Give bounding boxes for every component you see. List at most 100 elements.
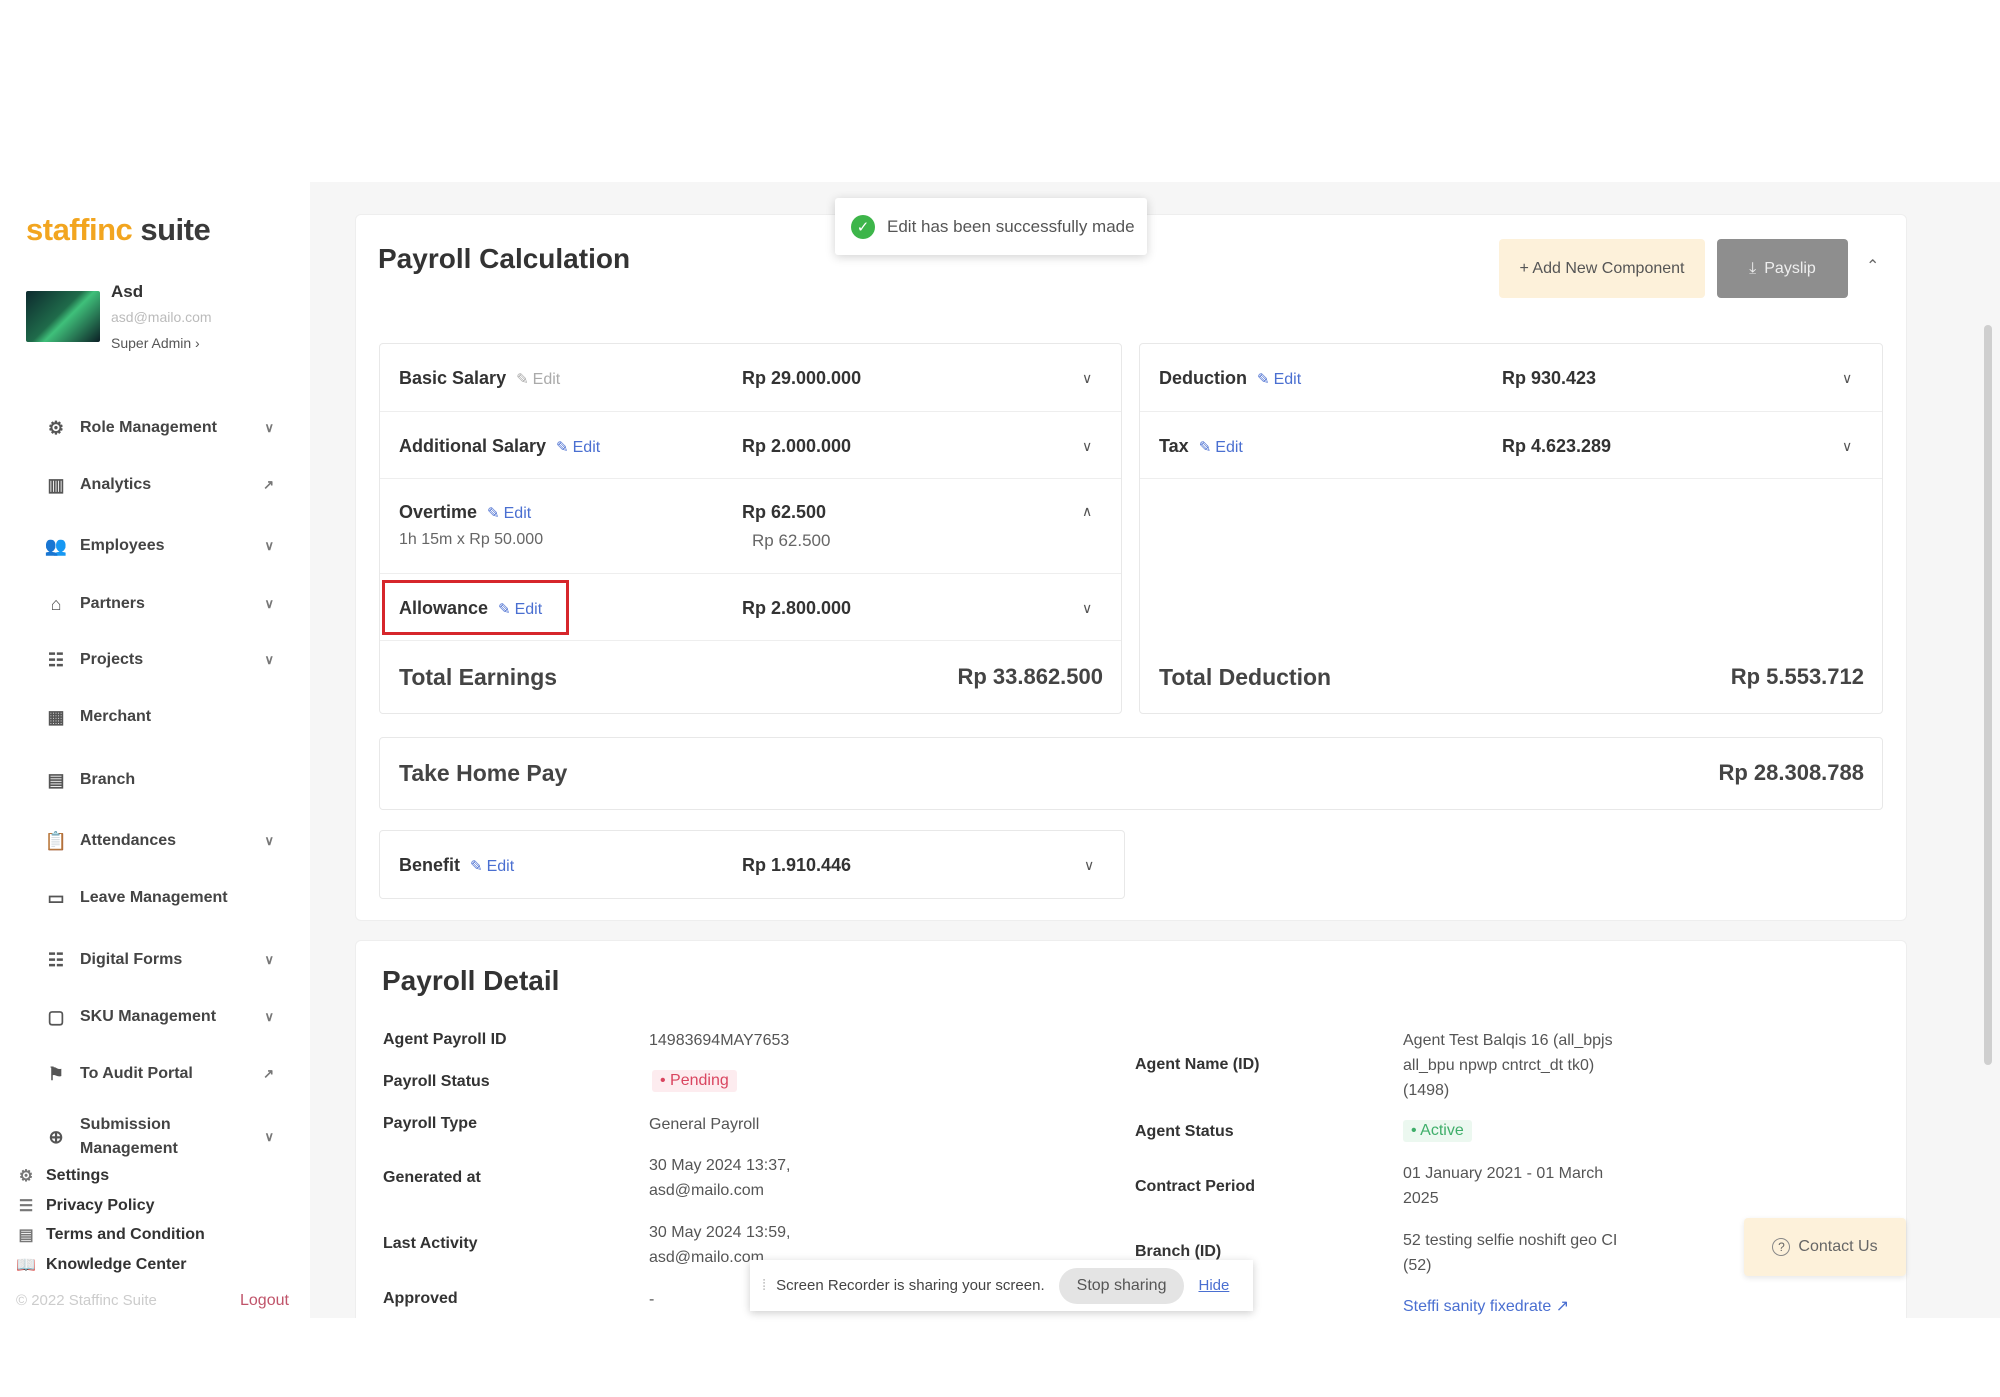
sidebar-item-analytics[interactable]: ▥Analytics↗: [44, 465, 274, 505]
earning-row-additional-salary[interactable]: Additional Salary✎Edit Rp 2.000.000 ∨: [380, 412, 1121, 479]
status-text: Pending: [670, 1072, 729, 1089]
pencil-icon: ✎: [556, 439, 569, 456]
chevron-down-icon[interactable]: ∨: [264, 420, 274, 436]
share-message: Screen Recorder is sharing your screen.: [776, 1277, 1044, 1294]
earning-row-allowance[interactable]: Allowance ✎Edit Rp 2.800.000 ∨: [380, 574, 1121, 641]
payslip-button[interactable]: ⤓Payslip: [1717, 239, 1848, 298]
gear-icon: ⚙: [16, 1166, 36, 1186]
detail-label: Approved: [383, 1290, 458, 1308]
external-link-icon: ↗: [1556, 1298, 1569, 1315]
clipboard-icon: 📋: [44, 830, 68, 852]
chevron-down-icon[interactable]: ∨: [264, 952, 274, 968]
edit-label: Edit: [487, 858, 515, 875]
contact-us-button[interactable]: ?Contact Us: [1744, 1218, 1906, 1276]
earnings-panel: Basic Salary✎Edit Rp 29.000.000 ∨ Additi…: [379, 343, 1122, 714]
role-icon: ⚙: [44, 417, 68, 439]
drag-handle-icon[interactable]: ⁞: [762, 1277, 766, 1294]
external-link-icon[interactable]: ↗: [263, 1066, 274, 1082]
pencil-icon: ✎: [1257, 371, 1270, 388]
earning-row-basic-salary[interactable]: Basic Salary✎Edit Rp 29.000.000 ∨: [380, 344, 1121, 412]
edit-button[interactable]: ✎Edit: [556, 439, 600, 456]
deductions-panel: Deduction✎Edit Rp 930.423 ∨ Tax ✎Edit Rp …: [1139, 343, 1883, 714]
help-circle-icon: ?: [1772, 1238, 1790, 1256]
take-home-label: Take Home Pay: [399, 760, 567, 787]
edit-button[interactable]: ✎Edit: [1257, 371, 1301, 388]
detail-value-line: asd@mailo.com: [649, 1178, 790, 1203]
collapse-chevron-up-icon[interactable]: ⌃: [1866, 256, 1879, 276]
deduction-row[interactable]: Deduction✎Edit Rp 930.423 ∨: [1140, 344, 1882, 412]
chevron-down-icon[interactable]: ∨: [1082, 370, 1092, 387]
sidebar-item-role-management[interactable]: ⚙Role Management∨: [44, 408, 274, 448]
edit-button[interactable]: ✎Edit: [498, 601, 542, 618]
footer-link-terms-and-condition[interactable]: ▤Terms and Condition: [16, 1225, 205, 1245]
row-label: Tax: [1159, 436, 1189, 456]
add-new-component-button[interactable]: + Add New Component: [1499, 239, 1705, 298]
sidebar-item-submission-management[interactable]: ⊕Submission Management∨: [44, 1112, 274, 1162]
chevron-down-icon[interactable]: ∨: [264, 833, 274, 849]
form-icon: ☷: [44, 949, 68, 971]
chevron-down-icon[interactable]: ∨: [264, 652, 274, 668]
chevron-down-icon[interactable]: ∨: [1842, 438, 1852, 455]
bottom-white-area: [0, 1318, 2000, 1397]
staffinc-logo[interactable]: staffinc suite: [26, 212, 210, 248]
edit-button[interactable]: ✎Edit: [487, 505, 531, 522]
edit-button[interactable]: ✎Edit: [516, 371, 560, 388]
sidebar-item-leave-management[interactable]: ▭Leave Management: [44, 878, 274, 918]
sidebar-item-digital-forms[interactable]: ☷ Digital Forms∨: [44, 940, 274, 980]
chevron-down-icon[interactable]: ∨: [1084, 857, 1094, 874]
total-deduction-value: Rp 5.553.712: [1731, 664, 1864, 690]
chevron-down-icon[interactable]: ∨: [264, 538, 274, 554]
list-icon: ☷: [44, 649, 68, 671]
benefit-row[interactable]: Benefit✎Edit Rp 1.910.446 ∨: [379, 830, 1125, 899]
branch-value: 52 testing selfie noshift geo CI(52): [1403, 1228, 1617, 1278]
row-value: Rp 2.800.000: [742, 598, 851, 619]
steffi-link[interactable]: Steffi sanity fixedrate ↗: [1403, 1294, 1569, 1319]
chevron-down-icon[interactable]: ∨: [264, 1129, 274, 1145]
footer-link-knowledge-center[interactable]: 📖 Knowledge Center: [16, 1255, 186, 1275]
pencil-icon: ✎: [498, 601, 511, 618]
row-label: Allowance: [399, 598, 488, 618]
sidebar-item-projects[interactable]: ☷ Projects∨: [44, 640, 274, 680]
chevron-up-icon[interactable]: ∧: [1082, 503, 1092, 520]
detail-value-line: (52): [1403, 1253, 1617, 1278]
user-role-link[interactable]: Super Admin ›: [111, 335, 200, 351]
book-icon: 📖: [16, 1255, 36, 1275]
logout-link[interactable]: Logout: [240, 1292, 289, 1310]
store-icon: ⌂: [44, 593, 68, 615]
edit-button[interactable]: ✎Edit: [470, 858, 514, 875]
edit-button[interactable]: ✎Edit: [1199, 439, 1243, 456]
footer-link-privacy-policy[interactable]: ☰Privacy Policy: [16, 1196, 155, 1216]
agent-status-badge: • Active: [1403, 1120, 1472, 1142]
sidebar-item-employees[interactable]: 👥Employees∨: [44, 526, 274, 566]
sidebar-item-to-audit-portal[interactable]: ⚑To Audit Portal↗: [44, 1054, 274, 1094]
privacy-icon: ☰: [16, 1196, 36, 1216]
sidebar-item-partners[interactable]: ⌂Partners∨: [44, 584, 274, 624]
overtime-detail-value: Rp 62.500: [752, 531, 830, 551]
chevron-down-icon[interactable]: ∨: [1082, 438, 1092, 455]
detail-label: Agent Name (ID): [1135, 1056, 1259, 1074]
sidebar-item-attendances[interactable]: 📋Attendances∨: [44, 821, 274, 861]
tax-row[interactable]: Tax✎Edit Rp 4.623.289 ∨: [1140, 412, 1882, 479]
footer-link-settings[interactable]: ⚙Settings: [16, 1166, 109, 1186]
hide-button[interactable]: Hide: [1198, 1277, 1229, 1294]
chevron-down-icon[interactable]: ∨: [264, 596, 274, 612]
link-text: Steffi sanity fixedrate: [1403, 1298, 1551, 1315]
edit-label: Edit: [573, 439, 601, 456]
sidebar-item-label: SKU Management: [80, 1005, 264, 1029]
earning-row-overtime[interactable]: Overtime✎Edit 1h 15m x Rp 50.000 Rp 62.5…: [380, 479, 1121, 574]
sidebar-item-branch[interactable]: ▤Branch: [44, 760, 274, 800]
sidebar-item-label: Digital Forms: [80, 948, 264, 972]
sidebar-item-sku-management[interactable]: ▢SKU Management∨: [44, 997, 274, 1037]
chart-icon: ▥: [44, 474, 68, 496]
scrollbar[interactable]: [1984, 325, 1992, 1065]
avatar[interactable]: [26, 291, 100, 342]
external-link-icon[interactable]: ↗: [263, 477, 274, 493]
stop-sharing-button[interactable]: Stop sharing: [1059, 1268, 1185, 1304]
chevron-down-icon[interactable]: ∨: [264, 1009, 274, 1025]
sidebar-item-label: Projects: [80, 648, 264, 672]
footer-link-label: Knowledge Center: [46, 1256, 186, 1274]
chevron-down-icon[interactable]: ∨: [1082, 600, 1092, 617]
detail-label: Contract Period: [1135, 1178, 1255, 1196]
sidebar-item-merchant[interactable]: ▦Merchant: [44, 697, 274, 737]
chevron-down-icon[interactable]: ∨: [1842, 370, 1852, 387]
